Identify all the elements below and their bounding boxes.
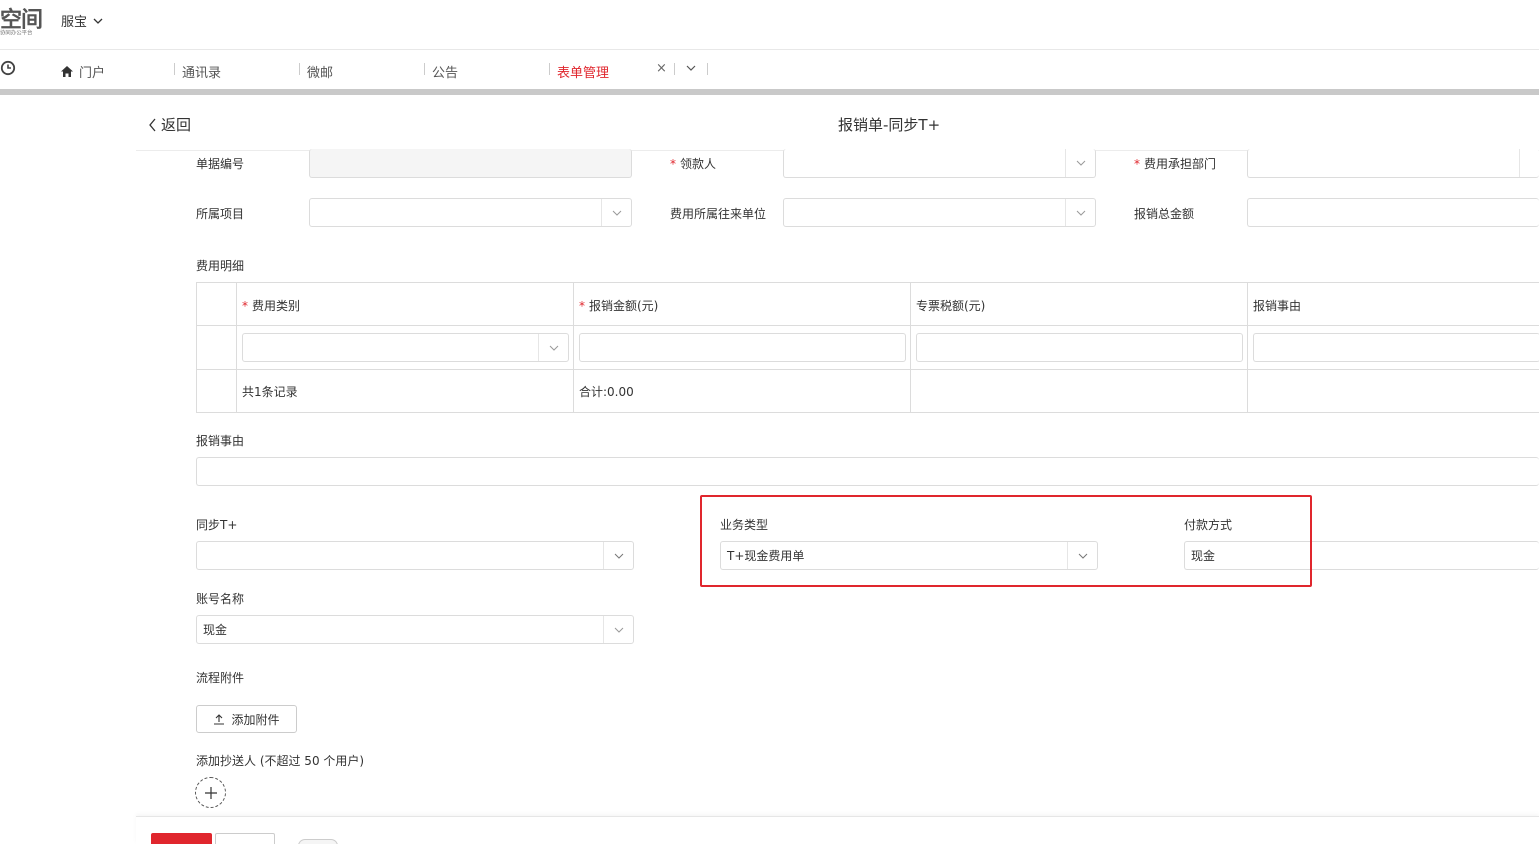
table-summary-row — [197, 370, 1539, 413]
tab-label: 通讯录 — [182, 66, 222, 81]
cc-label: 添加抄送人 (不超过 50 个用户) — [196, 754, 365, 768]
add-cc-button[interactable] — [195, 777, 226, 808]
tab-portal[interactable]: 门户 — [60, 62, 105, 81]
tab-label: 表单管理 — [557, 66, 610, 81]
dept-select[interactable] — [1247, 149, 1539, 178]
divider — [299, 63, 300, 75]
column-divider — [573, 283, 574, 412]
page-title: 报销单-同步T+ — [838, 116, 941, 134]
chevron-down-icon — [1076, 210, 1085, 216]
back-label: 返回 — [161, 116, 192, 134]
column-divider — [1247, 283, 1248, 412]
app-switcher[interactable]: 服宝 — [61, 11, 103, 30]
reason-label: 报销事由 — [196, 434, 245, 448]
dropdown-caret — [1519, 149, 1539, 177]
add-attachment-label: 添加附件 — [231, 712, 280, 727]
total-input[interactable] — [1247, 198, 1539, 227]
app-name: 服宝 — [61, 15, 88, 30]
divider — [424, 63, 425, 75]
expense-detail-table: 费用类别 报销金额(元) 专票税额(元) 报销事由 共1条记录 合计:0.00 — [196, 282, 1539, 413]
tab-notice[interactable]: 公告 — [432, 62, 458, 81]
dropdown-caret — [1065, 199, 1095, 226]
table-header-row — [197, 283, 1539, 326]
toggle-switch[interactable] — [298, 839, 338, 844]
chevron-down-icon — [614, 553, 623, 559]
partner-label: 费用所属往来单位 — [670, 207, 767, 221]
category-select[interactable] — [242, 333, 569, 362]
close-tab-button[interactable]: × — [656, 61, 667, 76]
amount-total: 合计:0.00 — [579, 385, 634, 399]
detail-label: 费用明细 — [196, 259, 245, 273]
project-label: 所属项目 — [196, 207, 245, 221]
logo-subtitle: 协同办公平台 — [0, 29, 33, 37]
column-divider — [236, 283, 237, 412]
dropdown-caret — [603, 542, 633, 569]
top-header: 空间 协同办公平台 服宝 — [0, 0, 1539, 50]
column-divider — [910, 283, 911, 412]
tab-label: 门户 — [79, 66, 106, 81]
column-header: 费用类别 — [242, 297, 300, 314]
tab-contacts[interactable]: 通讯录 — [182, 62, 221, 81]
divider — [707, 63, 708, 75]
partner-select[interactable] — [783, 198, 1096, 227]
total-label: 报销总金额 — [1134, 207, 1195, 221]
nav-bar: 门户 通讯录 微邮 公告 表单管理 × — [0, 50, 1539, 90]
add-attachment-button[interactable]: 添加附件 — [196, 705, 297, 733]
save-button[interactable] — [215, 833, 275, 844]
chevron-down-icon — [614, 627, 623, 633]
chevron-down-icon — [93, 18, 103, 24]
submit-button[interactable] — [151, 833, 212, 844]
column-header: 报销事由 — [1253, 299, 1302, 313]
chevron-down-icon[interactable] — [685, 62, 697, 74]
doc-no-label: 单据编号 — [196, 157, 245, 171]
history-icon[interactable] — [0, 60, 16, 76]
receiver-label: 领款人 — [670, 155, 716, 172]
divider — [549, 63, 550, 75]
plus-icon — [204, 786, 217, 799]
dept-label: 费用承担部门 — [1134, 155, 1216, 172]
dropdown-caret — [1065, 149, 1095, 177]
dropdown-caret — [538, 334, 568, 361]
divider — [174, 63, 175, 75]
column-header: 专票税额(元) — [916, 299, 986, 313]
dropdown-caret — [603, 616, 633, 643]
column-header: 报销金额(元) — [579, 297, 658, 314]
project-select[interactable] — [309, 198, 632, 227]
account-value: 现金 — [203, 623, 228, 637]
dropdown-caret — [601, 199, 631, 226]
tab-label: 微邮 — [307, 66, 334, 81]
home-icon — [61, 66, 73, 77]
back-button[interactable]: 返回 — [148, 114, 191, 135]
tab-mail[interactable]: 微邮 — [307, 62, 333, 81]
chevron-left-icon — [149, 118, 156, 131]
amount-input[interactable] — [579, 333, 906, 362]
receiver-select[interactable] — [783, 149, 1096, 178]
reason-input[interactable] — [196, 457, 1539, 486]
record-count: 共1条记录 — [242, 385, 298, 399]
tab-form-management[interactable]: 表单管理 — [557, 62, 609, 81]
tab-label: 公告 — [432, 66, 459, 81]
highlight-box — [700, 495, 1312, 587]
chevron-down-icon — [612, 210, 621, 216]
tax-input[interactable] — [916, 333, 1243, 362]
sync-label: 同步T+ — [196, 518, 238, 532]
doc-no-field — [309, 149, 632, 178]
attach-label: 流程附件 — [196, 671, 245, 685]
account-label: 账号名称 — [196, 592, 245, 606]
chevron-down-icon — [549, 345, 558, 351]
divider — [674, 63, 675, 75]
row-reason-input[interactable] — [1253, 333, 1539, 362]
sync-select[interactable] — [196, 541, 634, 570]
chevron-down-icon — [1076, 160, 1085, 166]
action-bar — [136, 816, 1539, 844]
account-select[interactable]: 现金 — [196, 615, 634, 644]
nav-underline — [0, 89, 1539, 95]
upload-icon — [214, 714, 225, 725]
